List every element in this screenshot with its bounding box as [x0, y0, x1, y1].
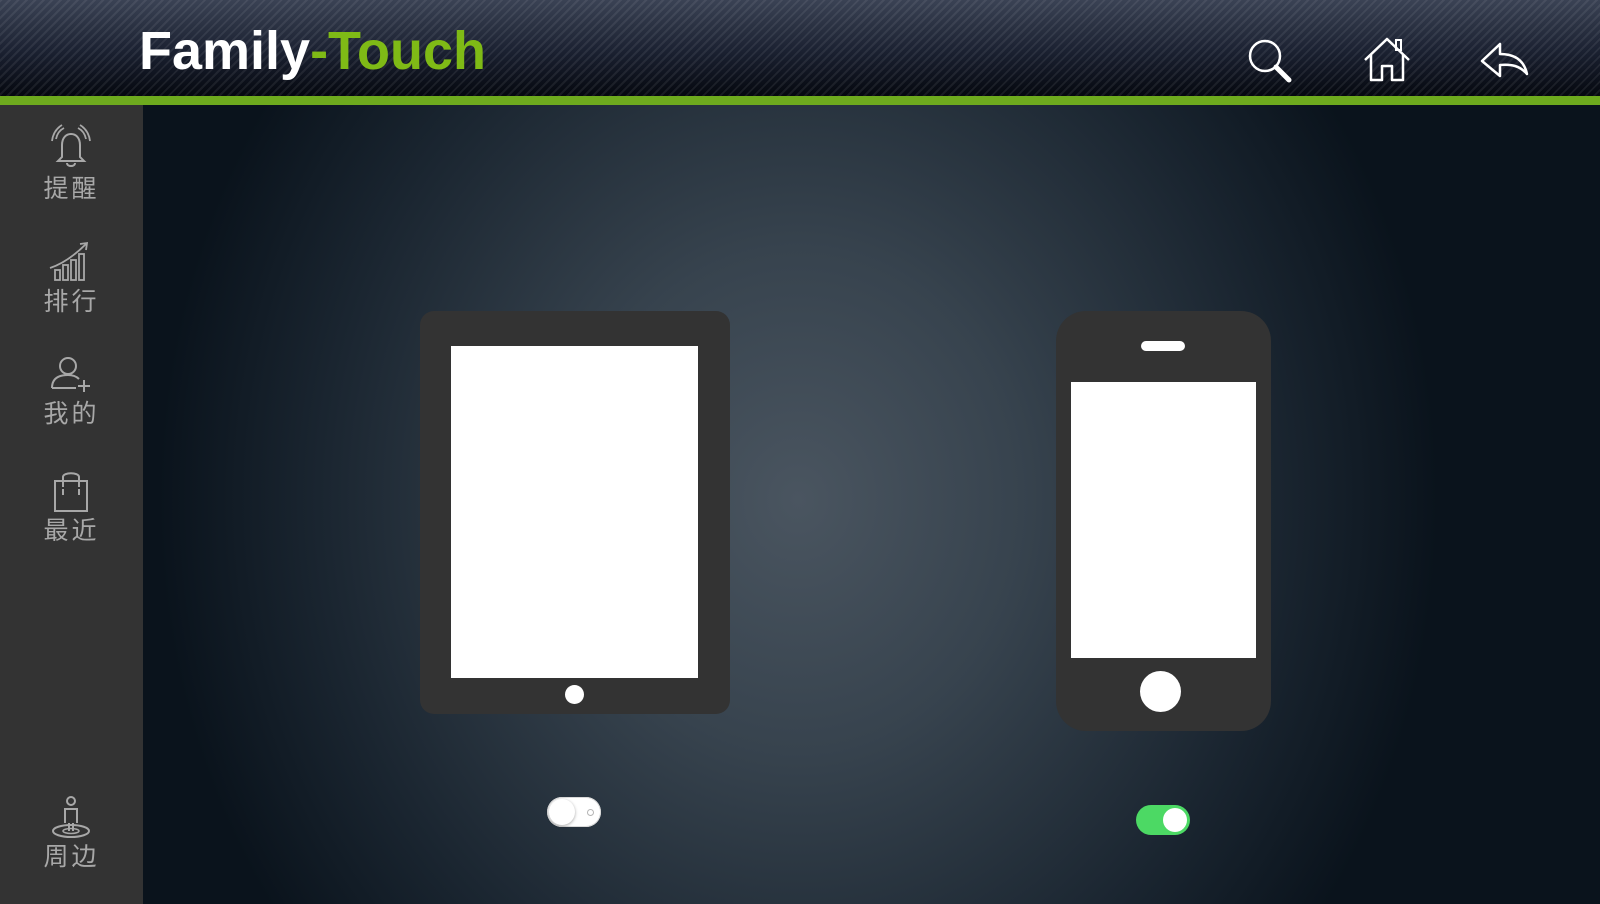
toggle-knob — [549, 799, 575, 825]
tablet-home-button — [565, 685, 584, 704]
sidebar-item-mine[interactable]: 我的 — [0, 352, 143, 462]
logo-text-touch: -Touch — [310, 21, 487, 81]
ranking-chart-icon — [49, 241, 89, 281]
toggle-knob — [1163, 808, 1187, 832]
bell-icon — [51, 124, 91, 167]
sidebar-item-label: 提醒 — [43, 174, 100, 203]
phone-speaker — [1141, 341, 1185, 351]
tablet-screen — [451, 346, 698, 678]
sidebar-item-label: 周边 — [43, 842, 100, 871]
phone-home-button — [1140, 671, 1181, 712]
back-arrow-icon[interactable] — [1480, 36, 1530, 86]
search-icon[interactable] — [1245, 36, 1295, 86]
phone-toggle-switch[interactable] — [1136, 805, 1190, 835]
sidebar-item-ranking[interactable]: 排行 — [0, 238, 143, 348]
home-icon[interactable] — [1362, 36, 1412, 86]
sidebar-item-label: 最近 — [43, 516, 100, 545]
sidebar-item-nearby[interactable]: 周边 — [0, 793, 143, 903]
phone-screen — [1071, 382, 1256, 658]
header-accent-bar — [0, 96, 1600, 105]
toggle-off-indicator — [587, 809, 594, 816]
sidebar-item-recent[interactable]: 最近 — [0, 467, 143, 577]
logo-text-family: Family — [139, 21, 311, 81]
tablet-toggle-switch[interactable] — [547, 797, 601, 827]
app-logo: Family-Touch — [139, 20, 486, 82]
shopping-bag-icon — [54, 472, 88, 512]
sidebar-item-label: 我的 — [43, 399, 100, 428]
tablet-device[interactable] — [420, 311, 730, 714]
main-content — [143, 105, 1600, 904]
sidebar-item-label: 排行 — [43, 287, 100, 316]
location-person-icon — [52, 796, 90, 838]
sidebar-item-reminder[interactable]: 提醒 — [0, 123, 143, 233]
phone-device[interactable] — [1056, 311, 1271, 731]
app-header: Family-Touch — [0, 0, 1600, 96]
sidebar: 提醒 排行 我的 最近 周边 — [0, 105, 143, 904]
